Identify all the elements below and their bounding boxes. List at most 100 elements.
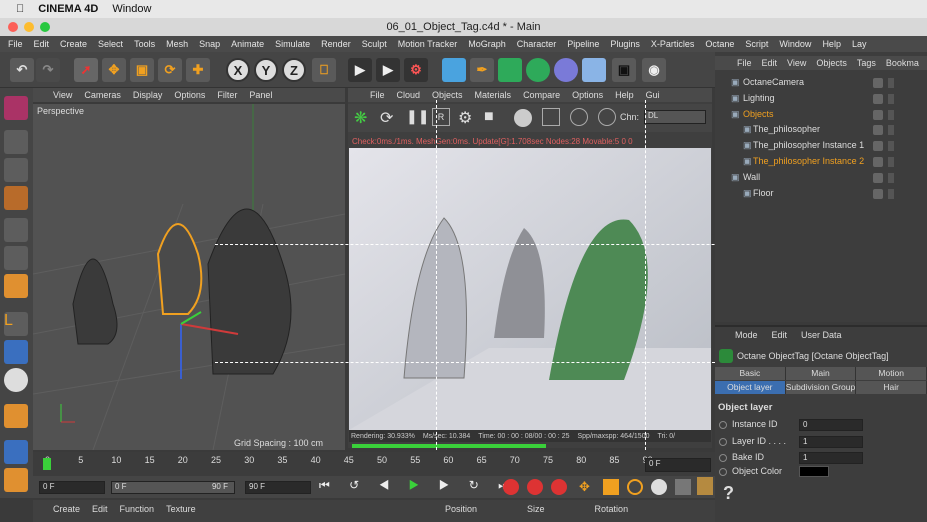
viewport-menu-view[interactable]: View bbox=[53, 90, 72, 100]
animation-key-icon[interactable] bbox=[719, 454, 727, 462]
camera-icon[interactable]: ▣ bbox=[612, 58, 636, 82]
record-icon[interactable] bbox=[503, 479, 519, 495]
pen-icon[interactable]: ✒ bbox=[470, 58, 494, 82]
menu-window[interactable]: Window bbox=[779, 39, 811, 49]
menu-script[interactable]: Script bbox=[745, 39, 768, 49]
animation-key-icon[interactable] bbox=[719, 421, 727, 429]
live-viewer-menu-compare[interactable]: Compare bbox=[523, 90, 560, 100]
menu-motion-tracker[interactable]: Motion Tracker bbox=[398, 39, 458, 49]
visibility-toggle-icon[interactable] bbox=[873, 125, 883, 136]
prev-frame-icon[interactable]: ◀ bbox=[379, 478, 398, 492]
menu-plugins[interactable]: Plugins bbox=[610, 39, 640, 49]
object-menu-edit[interactable]: Edit bbox=[762, 58, 778, 68]
visibility-toggle-icon[interactable] bbox=[873, 78, 883, 88]
key-scale-icon[interactable] bbox=[603, 479, 619, 495]
menu-create[interactable]: Create bbox=[60, 39, 87, 49]
render-toggle-icon[interactable] bbox=[888, 141, 894, 152]
scale-icon[interactable]: ▣ bbox=[130, 58, 154, 82]
visibility-toggle-icon[interactable] bbox=[873, 93, 883, 104]
render-settings-icon[interactable]: ⚙ bbox=[404, 58, 428, 82]
material-menu-edit[interactable]: Edit bbox=[92, 504, 108, 514]
menu-character[interactable]: Character bbox=[517, 39, 557, 49]
close-window-button[interactable] bbox=[8, 22, 18, 32]
deformer-icon[interactable] bbox=[554, 58, 578, 82]
object-row[interactable]: ▣ Wall bbox=[715, 170, 875, 185]
visibility-toggle-icon[interactable] bbox=[873, 157, 883, 167]
workplane-grid-icon[interactable] bbox=[4, 440, 28, 464]
timeline[interactable]: 051015202530354045505560657075808590 0 F bbox=[33, 452, 715, 476]
object-menu-tags[interactable]: Tags bbox=[857, 58, 876, 68]
key-param-icon[interactable] bbox=[651, 479, 667, 495]
redo-icon[interactable]: ↷ bbox=[36, 58, 60, 82]
pause-icon[interactable]: ❚❚ bbox=[406, 108, 429, 128]
object-row[interactable]: ▣ The_philosopher bbox=[715, 122, 875, 137]
visibility-toggle-icon[interactable] bbox=[873, 141, 883, 152]
live-viewer-menu-file[interactable]: File bbox=[370, 90, 385, 100]
points-mode-icon[interactable] bbox=[4, 218, 28, 242]
animation-key-icon[interactable] bbox=[719, 437, 727, 446]
live-viewer-menu-materials[interactable]: Materials bbox=[475, 90, 512, 100]
viewport-menu-panel[interactable]: Panel bbox=[249, 90, 272, 100]
timeline-layout-icon[interactable] bbox=[697, 477, 713, 495]
menu-render[interactable]: Render bbox=[321, 39, 351, 49]
field-value-input[interactable]: 1 bbox=[799, 435, 863, 448]
restart-render-icon[interactable]: ❋ bbox=[354, 108, 374, 128]
object-menu-bookma[interactable]: Bookma bbox=[886, 58, 919, 68]
object-row[interactable]: ▣ OctaneCamera bbox=[715, 75, 875, 90]
goto-start-icon[interactable]: ⏮ bbox=[319, 478, 338, 492]
coordinate-system-icon[interactable]: ⎕ bbox=[312, 58, 336, 82]
playhead[interactable] bbox=[43, 458, 51, 470]
object-row[interactable]: ▣ The_philosopher Instance 1 bbox=[715, 138, 875, 153]
attribute-menu-user-data[interactable]: User Data bbox=[801, 330, 842, 340]
object-menu-objects[interactable]: Objects bbox=[816, 58, 847, 68]
viewport-menu-options[interactable]: Options bbox=[174, 90, 205, 100]
animation-key-icon[interactable] bbox=[719, 468, 727, 476]
key-position-icon[interactable]: ✥ bbox=[579, 479, 595, 495]
menu-snap[interactable]: Snap bbox=[199, 39, 220, 49]
z-axis-button[interactable]: Z bbox=[282, 58, 306, 82]
material-ball-icon[interactable] bbox=[514, 109, 532, 127]
undo-icon[interactable]: ↶ bbox=[10, 58, 34, 82]
menu-lay[interactable]: Lay bbox=[852, 39, 867, 49]
lock-workplane-icon[interactable] bbox=[4, 468, 28, 492]
snap-icon[interactable] bbox=[4, 368, 28, 392]
pick-material-icon[interactable] bbox=[598, 108, 616, 126]
minimize-window-button[interactable] bbox=[24, 22, 34, 32]
visibility-toggle-icon[interactable] bbox=[873, 172, 883, 183]
menu-help[interactable]: Help bbox=[822, 39, 841, 49]
start-frame-field[interactable]: 0 F bbox=[39, 481, 105, 494]
object-row[interactable]: ▣ Floor bbox=[715, 186, 875, 201]
floor-icon[interactable] bbox=[582, 58, 606, 82]
texture-mode-icon[interactable] bbox=[4, 158, 28, 182]
render-picture-viewer-icon[interactable]: ▶ bbox=[376, 58, 400, 82]
mac-window-menu[interactable]: Window bbox=[112, 3, 151, 15]
pick-focus-icon[interactable] bbox=[570, 108, 588, 126]
attribute-menu-edit[interactable]: Edit bbox=[772, 330, 788, 340]
object-row[interactable]: ▣ Objects bbox=[715, 107, 875, 122]
object-menu-file[interactable]: File bbox=[737, 58, 752, 68]
next-frame-icon[interactable]: ▶ bbox=[439, 478, 458, 492]
live-selection-icon[interactable]: ➚ bbox=[74, 58, 98, 82]
menu-simulate[interactable]: Simulate bbox=[275, 39, 310, 49]
object-menu-view[interactable]: View bbox=[787, 58, 806, 68]
render-toggle-icon[interactable] bbox=[888, 93, 894, 104]
end-frame-field[interactable]: 90 F bbox=[245, 481, 311, 494]
add-icon[interactable]: ✚ bbox=[186, 58, 210, 82]
attribute-menu-mode[interactable]: Mode bbox=[735, 330, 758, 340]
object-row[interactable]: ▣ Lighting bbox=[715, 91, 875, 106]
settings-icon[interactable]: ⚙ bbox=[458, 108, 472, 128]
auto-key-icon[interactable] bbox=[527, 479, 543, 495]
material-menu-texture[interactable]: Texture bbox=[166, 504, 196, 514]
help-icon[interactable]: ? bbox=[723, 483, 734, 504]
render-toggle-icon[interactable] bbox=[888, 125, 894, 136]
x-axis-button[interactable]: X bbox=[226, 58, 250, 82]
move-icon[interactable]: ✥ bbox=[102, 58, 126, 82]
material-menu-function[interactable]: Function bbox=[120, 504, 155, 514]
viewport-menu-cameras[interactable]: Cameras bbox=[84, 90, 121, 100]
live-viewer-menu-cloud[interactable]: Cloud bbox=[397, 90, 421, 100]
menu-sculpt[interactable]: Sculpt bbox=[362, 39, 387, 49]
lock-icon[interactable]: ■ bbox=[484, 108, 494, 126]
rotate-icon[interactable]: ⟳ bbox=[158, 58, 182, 82]
render-toggle-icon[interactable] bbox=[888, 78, 894, 88]
cloner-icon[interactable] bbox=[526, 58, 550, 82]
